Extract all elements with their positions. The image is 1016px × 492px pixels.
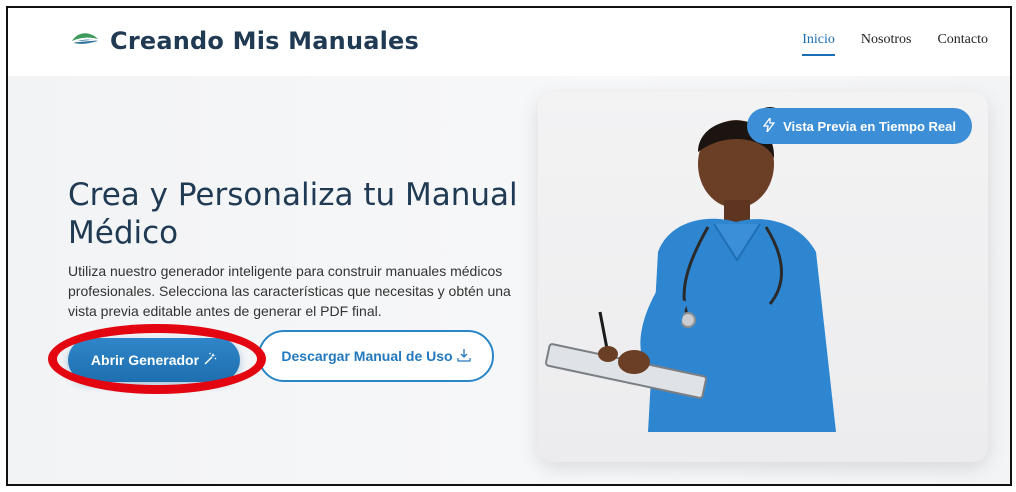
logo-leaf-icon [70,29,100,54]
download-icon [456,348,471,365]
browser-frame: Creando Mis Manuales Inicio Nosotros Con… [6,6,1012,486]
top-navbar: Creando Mis Manuales Inicio Nosotros Con… [8,8,1010,76]
hero-section: Crea y Personaliza tu Manual Médico Util… [8,76,1010,484]
hero-description: Utiliza nuestro generador inteligente pa… [68,263,511,319]
main-nav: Inicio Nosotros Contacto [802,32,988,56]
live-preview-label: Vista Previa en Tiempo Real [783,118,956,134]
nurse-illustration [545,107,836,432]
live-preview-badge[interactable]: Vista Previa en Tiempo Real [747,108,972,144]
magic-wand-icon [203,352,217,369]
nurse-photo-card: Vista Previa en Tiempo Real [538,92,988,462]
hero-title: Crea y Personaliza tu Manual Médico [68,177,518,251]
nav-link-nosotros[interactable]: Nosotros [861,32,912,56]
nav-link-inicio[interactable]: Inicio [802,32,835,56]
download-manual-label: Descargar Manual de Uso [281,348,453,364]
lightning-icon [762,115,776,135]
open-generator-label: Abrir Generador [90,352,200,368]
brand-title: Creando Mis Manuales [110,27,420,55]
download-manual-button[interactable]: Descargar Manual de Uso [258,330,494,382]
brand[interactable]: Creando Mis Manuales [70,24,419,58]
nav-link-contacto[interactable]: Contacto [937,32,988,56]
open-generator-button[interactable]: Abrir Generador [68,338,240,382]
